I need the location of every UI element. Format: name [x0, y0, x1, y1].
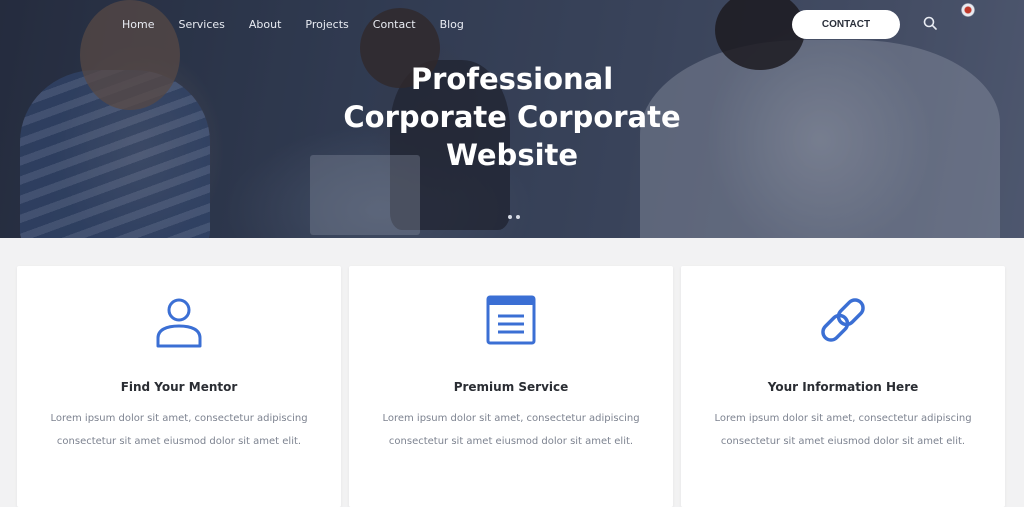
feature-card-1: Find Your Mentor Lorem ipsum dolor sit a… — [17, 266, 341, 507]
nav-link-projects[interactable]: Projects — [305, 18, 348, 31]
feature-description: Lorem ipsum dolor sit amet, consectetur … — [382, 413, 640, 447]
hero-banner: Home Services About Projects Contact Blo… — [0, 0, 1024, 238]
nav-link-contact[interactable]: Contact — [373, 18, 416, 31]
link-icon — [821, 298, 865, 342]
nav-link-blog[interactable]: Blog — [440, 18, 464, 31]
avatar[interactable] — [961, 3, 975, 17]
feature-title: Premium Service — [453, 380, 569, 394]
contact-button[interactable]: CONTACT — [792, 10, 900, 39]
hero-title: Professional Corporate Corporate Website — [0, 60, 1024, 174]
slider-dot[interactable] — [508, 215, 512, 219]
slider-dot[interactable] — [516, 215, 520, 219]
feature-title: Find Your Mentor — [120, 380, 238, 394]
main-nav: Home Services About Projects Contact Blo… — [122, 18, 464, 31]
nav-link-services[interactable]: Services — [178, 18, 224, 31]
nav-link-about[interactable]: About — [249, 18, 282, 31]
nav-link-home[interactable]: Home — [122, 18, 154, 31]
hero-title-line-1: Professional — [410, 62, 614, 96]
search-icon[interactable] — [922, 15, 938, 31]
user-icon — [156, 298, 202, 348]
feature-card-3: Your Information Here Lorem ipsum dolor … — [681, 266, 1005, 507]
feature-description: Lorem ipsum dolor sit amet, consectetur … — [714, 413, 972, 447]
feature-title: Your Information Here — [767, 380, 919, 394]
hero-title-line-3: Website — [445, 138, 579, 172]
hero-title-line-2: Corporate Corporate — [343, 100, 681, 134]
feature-description: Lorem ipsum dolor sit amet, consectetur … — [50, 413, 308, 447]
slider-indicator[interactable] — [508, 215, 520, 219]
feature-card-2: Premium Service Lorem ipsum dolor sit am… — [349, 266, 673, 507]
document-icon — [486, 295, 536, 345]
